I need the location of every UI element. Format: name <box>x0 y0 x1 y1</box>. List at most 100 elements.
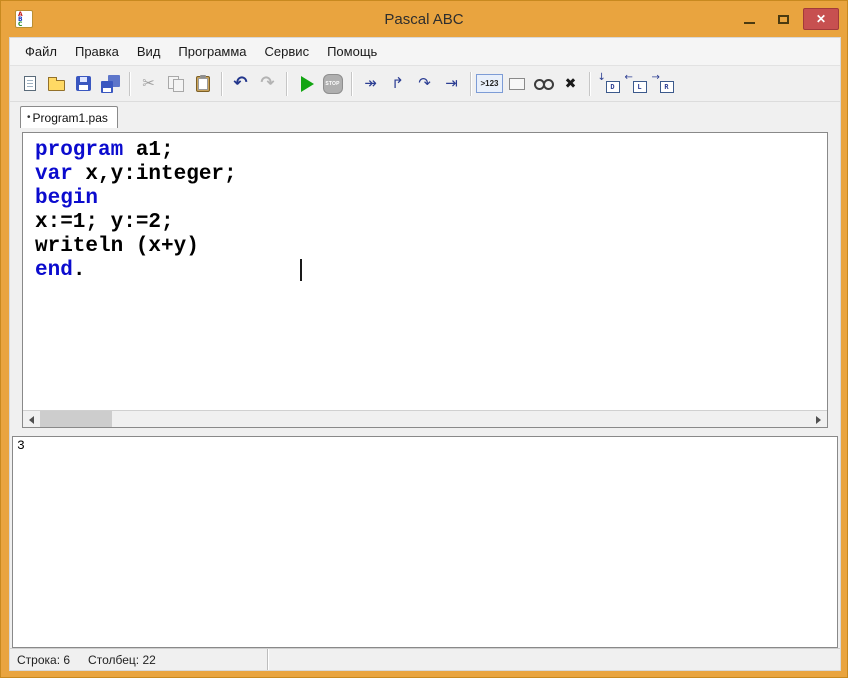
step-over-icon: ↱ <box>391 74 404 92</box>
scroll-right-icon <box>816 415 821 424</box>
step-into-button[interactable]: ↠ <box>357 70 384 97</box>
save-icon <box>76 76 91 91</box>
editor-frame: program a1; var x,y:integer; begin x:=1;… <box>22 132 828 428</box>
stop-icon: STOP <box>322 73 343 94</box>
code-keyword: end <box>35 259 73 282</box>
run-to-cursor-icon: ⇥ <box>445 74 458 92</box>
menu-file[interactable]: Файл <box>16 38 66 65</box>
menu-bar: Файл Правка Вид Программа Сервис Помощь <box>10 38 840 66</box>
step-into-icon: ↠ <box>364 74 377 92</box>
code-token: writeln (x+y) <box>35 235 199 258</box>
run-icon <box>300 75 314 92</box>
text-caret <box>300 259 302 281</box>
code-line: end. <box>35 259 827 283</box>
dock-left-button[interactable]: ← L <box>622 70 649 97</box>
app-window: A B C Pascal ABC ✕ Файл Правка Вид Прогр… <box>0 0 848 678</box>
pane-splitter[interactable] <box>10 428 840 436</box>
redo-button[interactable]: ↷ <box>254 70 281 97</box>
code-line: writeln (x+y) <box>35 235 827 259</box>
minimize-icon <box>743 22 755 24</box>
cut-icon: ✂ <box>142 74 155 92</box>
tab-bar: • Program1.pas <box>10 102 840 128</box>
editor-area: program a1; var x,y:integer; begin x:=1;… <box>10 128 840 428</box>
dock-left-icon: ← L <box>625 72 647 93</box>
open-folder-icon <box>48 77 65 91</box>
dock-bottom-button[interactable]: ↓ D <box>595 70 622 97</box>
toolbar-separator <box>286 71 287 96</box>
code-token: x,y:integer; <box>72 163 237 186</box>
paste-icon <box>195 74 210 92</box>
close-icon: ✕ <box>815 12 827 26</box>
close-x-icon: ✖ <box>564 75 577 92</box>
code-token: x:=1; y:=2; <box>35 211 174 234</box>
dock-right-button[interactable]: → R <box>649 70 676 97</box>
code-editor[interactable]: program a1; var x,y:integer; begin x:=1;… <box>23 133 827 410</box>
toolbar-separator <box>589 71 590 96</box>
io-window-toggle-button[interactable]: >123 <box>476 70 503 97</box>
stop-button[interactable]: STOP <box>319 70 346 97</box>
close-button[interactable]: ✕ <box>803 8 839 30</box>
copy-button[interactable] <box>162 70 189 97</box>
client-area: Файл Правка Вид Программа Сервис Помощь … <box>9 37 841 671</box>
run-button[interactable] <box>292 70 319 97</box>
close-window-button[interactable]: ✖ <box>557 70 584 97</box>
code-token: . <box>72 259 86 282</box>
menu-program[interactable]: Программа <box>169 38 255 65</box>
code-line: begin <box>35 187 827 211</box>
status-column: Столбец: 22 <box>88 652 156 667</box>
code-keyword: var <box>35 163 73 186</box>
frame-window-icon <box>508 77 525 90</box>
code-keyword: begin <box>35 187 99 210</box>
toolbar-separator <box>221 71 222 96</box>
code-line: program a1; <box>35 139 827 163</box>
title-bar: A B C Pascal ABC ✕ <box>9 1 839 37</box>
open-file-button[interactable] <box>43 70 70 97</box>
toolbar-separator <box>351 71 352 96</box>
toolbar: ✂ ↶ ↷ STOP ↠ ↱ ↷ ⇥ >123 ✖ ↓ D ← L → R <box>10 66 840 102</box>
new-file-button[interactable] <box>16 70 43 97</box>
undo-button[interactable]: ↶ <box>227 70 254 97</box>
new-file-icon <box>23 76 36 91</box>
window-title: Pascal ABC <box>384 10 464 28</box>
undo-icon: ↶ <box>233 73 248 93</box>
watch-window-button[interactable] <box>530 70 557 97</box>
step-over-button[interactable]: ↱ <box>384 70 411 97</box>
dock-bottom-icon: ↓ D <box>598 72 620 93</box>
cut-button[interactable]: ✂ <box>135 70 162 97</box>
code-token: a1; <box>123 139 174 162</box>
paste-button[interactable] <box>189 70 216 97</box>
status-extra-panel <box>268 649 840 670</box>
maximize-button[interactable] <box>769 9 797 29</box>
status-bar: Строка: 6 Столбец: 22 <box>10 648 840 670</box>
toolbar-separator <box>470 71 471 96</box>
tab-program1[interactable]: • Program1.pas <box>20 106 118 128</box>
redo-icon: ↷ <box>260 73 275 93</box>
scroll-right-button[interactable] <box>810 411 827 428</box>
status-position-panel: Строка: 6 Столбец: 22 <box>10 649 268 670</box>
scrollbar-thumb[interactable] <box>40 411 112 427</box>
tab-label: Program1.pas <box>32 110 108 125</box>
scroll-left-button[interactable] <box>23 411 40 428</box>
menu-edit[interactable]: Правка <box>66 38 128 65</box>
step-out-button[interactable]: ↷ <box>411 70 438 97</box>
scroll-left-icon <box>29 415 34 424</box>
save-all-button[interactable] <box>97 70 124 97</box>
toolbar-separator <box>129 71 130 96</box>
code-line: var x,y:integer; <box>35 163 827 187</box>
frame-window-button[interactable] <box>503 70 530 97</box>
menu-service[interactable]: Сервис <box>256 38 319 65</box>
dock-right-icon: → R <box>652 72 674 93</box>
run-to-cursor-button[interactable]: ⇥ <box>438 70 465 97</box>
minimize-button[interactable] <box>735 9 763 29</box>
step-out-icon: ↷ <box>418 74 431 92</box>
output-pane[interactable]: 3 <box>12 436 838 648</box>
code-keyword: program <box>35 139 124 162</box>
save-button[interactable] <box>70 70 97 97</box>
horizontal-scrollbar[interactable] <box>23 410 827 427</box>
status-line: Строка: 6 <box>17 652 71 667</box>
save-all-icon <box>101 74 120 93</box>
menu-view[interactable]: Вид <box>128 38 170 65</box>
menu-help[interactable]: Помощь <box>318 38 386 65</box>
maximize-icon <box>777 14 789 24</box>
watch-icon <box>533 79 554 90</box>
